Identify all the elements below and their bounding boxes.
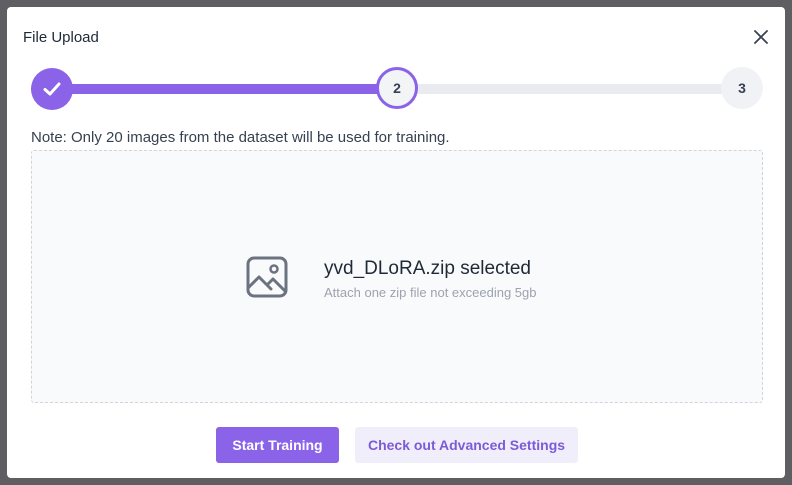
dialog-title: File Upload bbox=[23, 29, 99, 46]
start-training-button[interactable]: Start Training bbox=[216, 427, 339, 463]
file-upload-dialog: File Upload 2 3 Note: Only 20 images fro… bbox=[7, 7, 785, 478]
checkmark-icon bbox=[43, 82, 61, 96]
stepper-progress bbox=[31, 84, 397, 94]
close-icon[interactable] bbox=[752, 28, 770, 46]
selected-file-name: yvd_DLoRA.zip selected bbox=[324, 258, 531, 279]
file-dropzone[interactable]: yvd_DLoRA.zip selected Attach one zip fi… bbox=[31, 150, 763, 403]
advanced-settings-button[interactable]: Check out Advanced Settings bbox=[355, 427, 578, 463]
image-icon bbox=[245, 255, 289, 299]
step-2-current: 2 bbox=[376, 67, 418, 109]
step-1-complete bbox=[31, 68, 73, 110]
step-3-upcoming: 3 bbox=[721, 67, 763, 109]
upload-hint: Attach one zip file not exceeding 5gb bbox=[324, 285, 537, 300]
training-note: Note: Only 20 images from the dataset wi… bbox=[31, 129, 450, 146]
